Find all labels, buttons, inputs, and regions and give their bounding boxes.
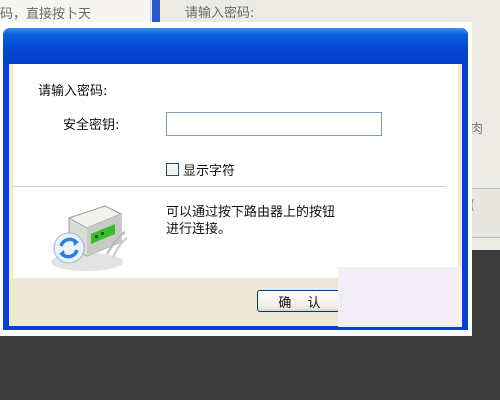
dialog-content-panel: 请输入密码: 安全密钥: 显示字符 可以通过按下路由器上的按钮 进行连接。 — [13, 64, 458, 278]
background-edge-button — [470, 188, 500, 238]
security-key-label: 安全密钥: — [63, 118, 120, 133]
section-separator — [13, 186, 446, 188]
dialog-titlebar[interactable] — [3, 28, 468, 64]
refresh-icon — [53, 232, 85, 264]
confirm-button[interactable]: 确 认 — [257, 290, 342, 312]
show-characters-option[interactable]: 显示字符 — [166, 160, 235, 179]
wps-instruction: 可以通过按下路由器上的按钮 进行连接。 — [166, 204, 396, 238]
wps-instruction-line-1: 可以通过按下路由器上的按钮 — [166, 205, 336, 220]
dialog-right-border — [465, 64, 468, 330]
overlay-patch — [338, 267, 462, 327]
background-left-text: 码，直接按卜天 — [0, 7, 92, 22]
security-key-input[interactable] — [166, 112, 382, 136]
wps-instruction-line-2: 进行连接。 — [166, 222, 232, 237]
show-characters-label: 显示字符 — [183, 164, 236, 179]
background-header-text: 请输入密码: — [185, 6, 255, 21]
router-wps-icon — [51, 205, 128, 271]
show-characters-checkbox[interactable] — [166, 163, 179, 176]
enter-password-prompt: 请输入密码: — [38, 84, 108, 99]
